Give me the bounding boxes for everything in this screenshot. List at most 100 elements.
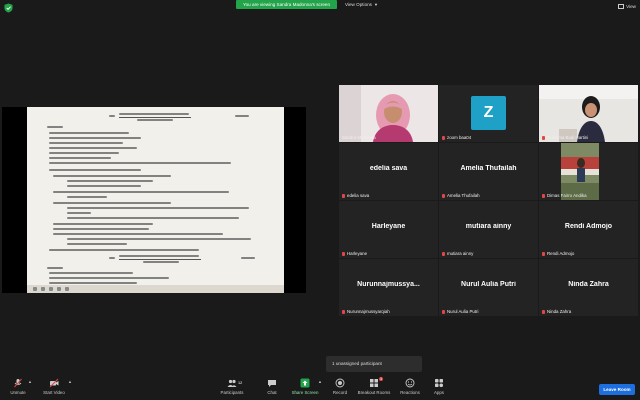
participant-display-name: mutiara ainny [465,223,512,230]
muted-mic-icon [342,309,345,314]
text-line [53,175,171,178]
text-line [49,162,231,165]
fraction-bar [119,259,201,260]
text-line [53,228,149,231]
participant-tile[interactable]: mutiara ainny mutiara ainny [439,201,538,258]
participant-name: Amelia Thufailah [442,193,480,198]
apps-button[interactable]: Apps [430,378,448,395]
chevron-down-icon: ▼ [373,2,378,7]
video-off-icon [49,378,59,388]
participant-tile[interactable]: Nurunnajmussya... Nurunnajmussyarqiah [339,259,438,316]
participant-tile[interactable]: Amelia Thufailah Amelia Thufailah [439,143,538,200]
text-line [49,249,199,252]
participant-name: Ninda Zahra [542,309,571,314]
participant-tile[interactable]: Ninda Zahra Ninda Zahra [539,259,638,316]
avatar: Z [471,96,506,130]
start-video-button[interactable]: Start Video [40,378,68,395]
shared-screen-area[interactable] [2,107,306,293]
tool-icon[interactable] [65,287,69,291]
chat-icon [267,378,277,388]
equation-lhs [109,115,115,118]
participant-tile[interactable]: edelia sava edelia sava [339,143,438,200]
participants-label: Participants [220,390,244,395]
equation-denominator [137,119,173,122]
reactions-button[interactable]: Reactions [398,378,422,395]
view-options-menu[interactable]: View Options ▼ [345,0,378,9]
chevron-up-icon[interactable]: ▲ [68,379,72,384]
record-button[interactable]: Record [330,378,350,395]
video-feed-outdoor [539,143,638,200]
share-screen-label: Share Screen [291,390,319,395]
text-line [53,223,153,226]
text-line [49,272,133,275]
participant-name: zoom baa04 [442,135,471,140]
equation-numerator [119,255,199,258]
share-screen-icon [300,378,310,388]
participant-tile[interactable]: Z zoom baa04 [439,85,538,142]
reactions-label: Reactions [400,390,420,395]
apps-icon [434,378,444,388]
participant-tile[interactable]: Nurul Aulia Putri Nurul Aulia Putri [439,259,538,316]
participant-display-name: Harleyane [371,223,406,230]
participant-name: Rokhima Budi Hartini [542,135,588,140]
unmute-button[interactable]: Unmute [6,378,30,395]
participant-tile[interactable]: Dimas Fairro Andika [539,143,638,200]
participant-tile[interactable]: Harleyane Harleyane [339,201,438,258]
equation-number [235,115,249,118]
text-line [67,217,239,220]
leave-room-button[interactable]: Leave Room [599,384,635,395]
shield-icon[interactable] [4,3,13,13]
viewing-screen-banner: You are viewing Sandra Madonna's screen [236,0,337,9]
apps-label: Apps [433,390,444,395]
text-line [49,277,169,280]
video-feed-woman-hijab [339,85,438,142]
participant-display-name: Nurul Aulia Putri [461,281,516,288]
record-icon [335,378,345,388]
participant-name: Sandra Madonna [342,135,376,140]
chevron-up-icon[interactable]: ▲ [28,379,32,384]
text-line [49,157,111,160]
participants-count: 12 [238,381,243,385]
participant-tile[interactable]: Rendi Admojo Rendi Admojo [539,201,638,258]
reactions-icon [405,378,415,388]
participant-name: Harleyane [342,251,367,256]
muted-mic-icon [342,251,345,256]
text-line [67,238,251,241]
tool-icon[interactable] [49,287,53,291]
chevron-up-icon[interactable]: ▲ [318,379,322,384]
muted-mic-icon [542,251,545,256]
text-line [67,196,107,199]
text-line [53,233,223,236]
fraction-bar [119,117,191,118]
participant-tile[interactable]: Rokhima Budi Hartini [539,85,638,142]
text-line [47,267,63,270]
text-line [67,243,127,246]
unmute-label: Unmute [10,390,26,395]
text-line [67,185,141,188]
tool-icon[interactable] [57,287,61,291]
participant-display-name: Amelia Thufailah [460,165,517,172]
participant-name: Nurul Aulia Putri [442,309,478,314]
chat-button[interactable]: Chat [262,378,282,395]
top-bar: You are viewing Sandra Madonna's screen … [0,0,640,16]
equation-denominator [143,261,179,264]
tool-icon[interactable] [41,287,45,291]
participant-display-name: Rendi Admojo [564,223,613,230]
muted-mic-icon [442,135,445,140]
participants-icon [227,378,237,388]
view-button[interactable]: View [618,2,636,11]
participant-display-name: edelia sava [369,165,408,172]
share-screen-button[interactable]: Share Screen [290,378,320,395]
breakout-rooms-button[interactable]: Breakout Rooms [356,378,392,395]
equation-numerator [119,113,189,116]
participant-tile[interactable]: Sandra Madonna [339,85,438,142]
text-line [49,142,123,145]
muted-mic-icon [342,193,345,198]
text-line [49,169,141,172]
text-line [49,132,129,135]
chat-label: Chat [267,390,277,395]
unassigned-participant-notice[interactable]: 1 unassigned participant [326,356,422,372]
zoom-meeting-window: You are viewing Sandra Madonna's screen … [0,0,640,400]
tool-icon[interactable] [33,287,37,291]
muted-microphone-icon [13,378,23,388]
